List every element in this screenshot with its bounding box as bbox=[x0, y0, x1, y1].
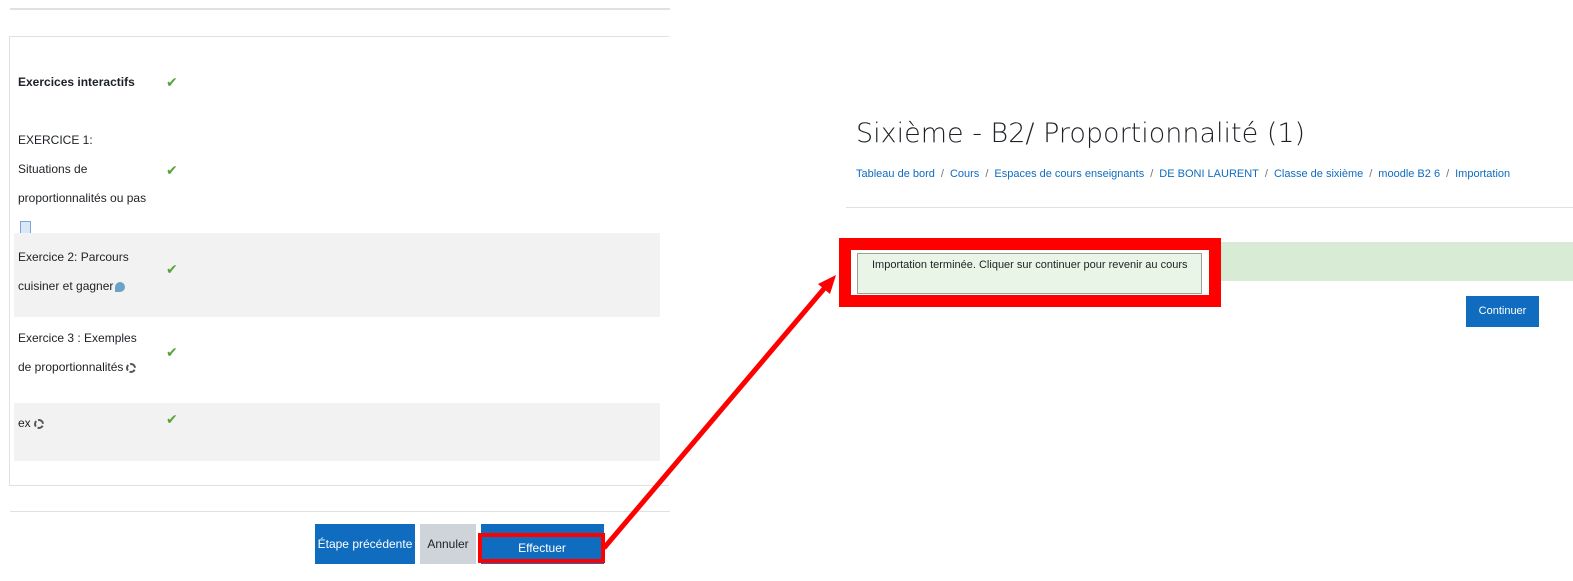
list-item: ex ✔ bbox=[14, 403, 660, 461]
previous-step-button[interactable]: Étape précédente bbox=[315, 524, 415, 564]
check-icon: ✔ bbox=[166, 74, 178, 90]
breadcrumb-link-course[interactable]: moodle B2 6 bbox=[1378, 168, 1440, 180]
breadcrumb-separator: / bbox=[940, 168, 944, 180]
list-item: Exercice 2: Parcours cuisiner et gagner … bbox=[14, 233, 660, 317]
breadcrumb-separator: / bbox=[1446, 168, 1450, 180]
breadcrumb-separator: / bbox=[1264, 168, 1268, 180]
check-icon: ✔ bbox=[166, 344, 178, 360]
breadcrumb-link-courses[interactable]: Cours bbox=[950, 168, 979, 180]
page-title: Sixième - B2/ Proportionnalité (1) bbox=[856, 118, 1306, 149]
check-icon: ✔ bbox=[166, 162, 178, 178]
breadcrumb-link-dashboard[interactable]: Tableau de bord bbox=[856, 168, 935, 180]
check-icon: ✔ bbox=[166, 411, 178, 427]
module-icon bbox=[126, 362, 137, 373]
activity-name: Exercice 3 : Exemples de proportionnalit… bbox=[18, 324, 148, 382]
activity-name: Exercice 2: Parcours cuisiner et gagner bbox=[18, 243, 143, 301]
continue-button[interactable]: Continuer bbox=[1466, 296, 1539, 327]
breadcrumb-separator: / bbox=[1369, 168, 1373, 180]
activity-name: ex bbox=[18, 409, 143, 438]
breadcrumb-link-teacher-spaces[interactable]: Espaces de cours enseignants bbox=[994, 168, 1144, 180]
check-icon: ✔ bbox=[166, 261, 178, 277]
breadcrumb: Tableau de bord / Cours / Espaces de cours e… bbox=[856, 168, 1510, 180]
activity-name-text: Exercice 3 : Exemples de proportionnalit… bbox=[18, 331, 137, 374]
bottom-divider bbox=[10, 511, 670, 512]
activity-name: EXERCICE 1: Situations de proportionnali… bbox=[18, 126, 148, 242]
breadcrumb-link-class[interactable]: Classe de sixième bbox=[1274, 168, 1363, 180]
droplet-icon bbox=[115, 281, 126, 292]
breadcrumb-link-teacher[interactable]: DE BONI LAURENT bbox=[1159, 168, 1259, 180]
top-divider bbox=[10, 8, 670, 10]
module-icon bbox=[33, 418, 44, 429]
breadcrumb-link-import[interactable]: Importation bbox=[1455, 168, 1510, 180]
list-item: Exercices interactifs ✔ bbox=[14, 68, 660, 98]
activity-name-text: ex bbox=[18, 416, 31, 430]
breadcrumb-separator: / bbox=[985, 168, 989, 180]
cancel-button[interactable]: Annuler bbox=[420, 524, 476, 564]
alert-message: Importation terminée. Cliquer sur contin… bbox=[872, 259, 1188, 271]
activity-name-text: Exercice 2: Parcours cuisiner et gagner bbox=[18, 250, 129, 293]
perform-import-button[interactable]: Effectuer l'importation bbox=[486, 537, 598, 577]
list-item: Exercice 3 : Exemples de proportionnalit… bbox=[14, 324, 660, 384]
breadcrumb-separator: / bbox=[1150, 168, 1154, 180]
list-item: EXERCICE 1: Situations de proportionnali… bbox=[14, 126, 660, 235]
activity-name: Exercices interactifs bbox=[18, 75, 135, 89]
activity-name-text: EXERCICE 1: Situations de proportionnali… bbox=[18, 133, 147, 205]
header-divider bbox=[846, 207, 1573, 208]
